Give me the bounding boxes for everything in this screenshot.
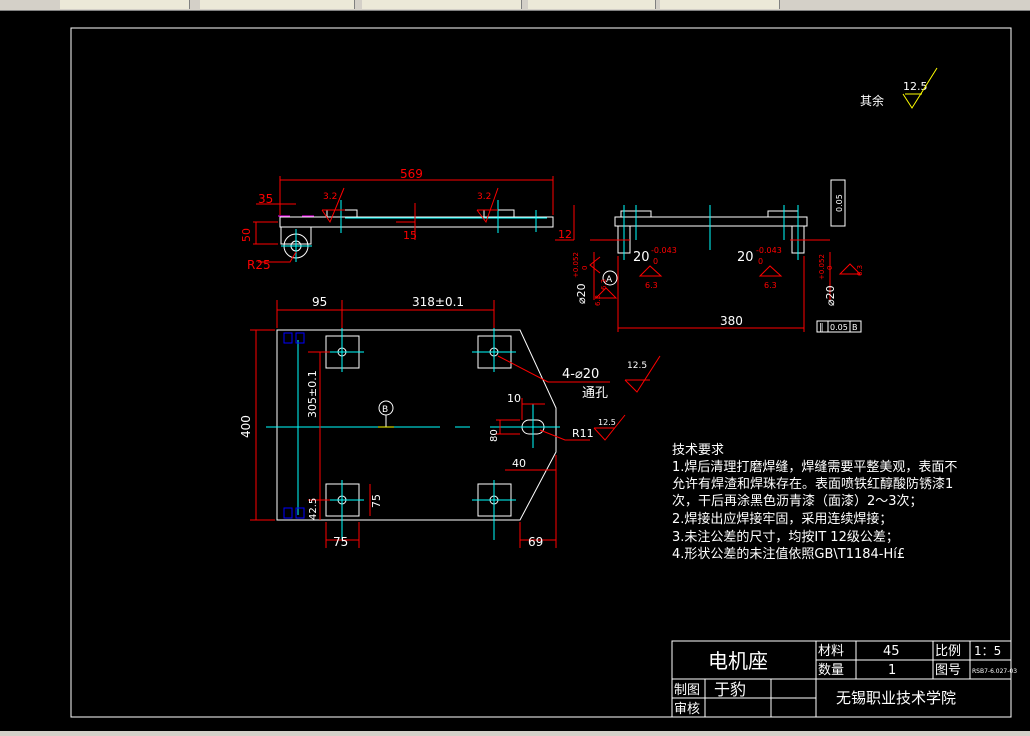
plan-weld-markers: [283, 332, 305, 519]
document-tab-4[interactable]: [528, 0, 656, 9]
tech-line-4: 2.焊接出应焊接牢固，采用连续焊接；: [672, 511, 892, 527]
tb-scale-value: 1：5: [974, 644, 1001, 658]
dim-hole-left-tol: -0.043: [651, 246, 677, 255]
rough-front-1: 3.2: [323, 192, 337, 202]
dim-shaft-right-tol0: 0: [826, 266, 834, 270]
dim-slot-r: R11: [572, 427, 594, 440]
dim-shaft-right-tol: +0.052: [818, 254, 826, 280]
dim-hole-left-tol0: 0: [653, 257, 658, 266]
tolerance-frame-symbol: ∥: [819, 323, 824, 333]
tb-qty-value: 1: [888, 663, 896, 678]
dim-hole-right-tol0: 0: [758, 257, 763, 266]
dim-slot-h: 80: [489, 429, 500, 442]
dim-hole-vspan: 305±0.1: [306, 370, 319, 418]
dim-hole-span: 318±0.1: [412, 295, 464, 309]
tb-part-name: 电机座: [708, 649, 768, 673]
plan-outline: [276, 329, 557, 521]
tb-material-value: 45: [883, 644, 900, 659]
dim-thickness: 12: [558, 228, 572, 241]
rough-side-a: 6.3: [645, 281, 658, 290]
tb-drawing-no-label: 图号: [935, 663, 961, 678]
tolerance-frame: ∥ 0.05 B: [816, 320, 862, 333]
dim-radius: R25: [247, 258, 271, 272]
tb-material-label: 材料: [818, 644, 844, 659]
dim-shaft-left-tol0: 0: [581, 266, 589, 270]
side-plate: [614, 216, 808, 227]
datum-b-label: B: [382, 405, 388, 415]
rough-slot: 12.5: [598, 418, 616, 427]
dim-gap: 15: [403, 229, 417, 242]
tech-line-1: 1.焊后清理打磨焊缝，焊缝需要平整美观，表面不: [672, 459, 957, 475]
dim-hole-right: 20: [737, 250, 754, 265]
dim-hole-left: 20: [633, 250, 650, 265]
tb-school: 无锡职业技术学院: [836, 689, 956, 707]
tech-line-2: 允许有焊渣和焊珠存在。表面喷铁红醇酸防锈漆1: [672, 476, 953, 492]
rough-side-d: 6.3: [594, 295, 602, 306]
document-tab-3[interactable]: [362, 0, 522, 9]
dim-height: 50: [240, 228, 253, 242]
drawing-border: [70, 27, 1012, 718]
tb-qty-label: 数量: [818, 663, 844, 678]
technical-requirements: 技术要求 1.焊后清理打磨焊缝，焊缝需要平整美观，表面不 允许有焊渣和焊珠存在。…: [672, 443, 957, 562]
holes-note-2: 通孔: [582, 386, 608, 401]
tolerance-frame-datum: B: [852, 323, 858, 332]
tb-drawn-label: 制图: [674, 683, 700, 698]
holes-note: 4-⌀20: [562, 367, 599, 382]
rough-side-b: 6.3: [764, 281, 777, 290]
plan-view: B 95 318±0.1 400 305±0.1 42.5 75 75 69 1…: [239, 295, 661, 549]
dim-shaft-left-tol: +0.052: [572, 252, 580, 278]
roughness-note-value: 12.5: [903, 80, 928, 93]
dim-slot-off: 40: [512, 457, 526, 470]
front-boss-1: [326, 209, 358, 218]
tb-drawing-no-value: RSB7-6.027-03: [972, 668, 1017, 675]
tech-line-3: 次，干后再涂黑色沥青漆（面漆）2～3次；: [672, 493, 923, 509]
tolerance-frame-value: 0.05: [830, 323, 848, 332]
front-dimensions: [253, 176, 575, 263]
tech-title: 技术要求: [672, 443, 724, 458]
dim-edge-offset: 95: [312, 295, 327, 309]
tech-line-5: 3.未注公差的尺寸，均按IT 12级公差；: [672, 529, 899, 545]
dim-small-c: 75: [333, 535, 348, 549]
dim-shaft-left: ⌀20: [575, 283, 588, 304]
dim-length: 569: [400, 167, 423, 181]
tb-drawn-value: 于豹: [714, 680, 746, 699]
rough-side-e: 6.3: [856, 265, 864, 276]
dim-small-a: 42.5: [308, 498, 319, 520]
rough-front-2: 3.2: [477, 192, 491, 202]
document-tab-5[interactable]: [660, 0, 780, 9]
cad-drawing-canvas[interactable]: 其余 12.5 569 35 50 R25 15 12 3.2 3.2 0.05…: [0, 10, 1030, 731]
document-tab-1[interactable]: [60, 0, 190, 9]
front-view: 569 35 50 R25 15 12 3.2 3.2: [240, 167, 575, 272]
tb-check-label: 审核: [674, 702, 700, 717]
rough-holes: 12.5: [627, 361, 647, 371]
tb-scale-label: 比例: [935, 644, 961, 659]
dim-left-offset: 35: [258, 192, 273, 206]
side-view: 0.05 A 20 -0.043 0 20 -0.043 0 380 ⌀20 +…: [572, 179, 864, 333]
dim-span: 380: [720, 314, 743, 328]
status-strip: [0, 731, 1030, 736]
rough-side-c: 6.3: [600, 279, 608, 290]
title-block: 电机座 材料 45 比例 1：5 数量 1 图号 RSB7-6.027-03 制…: [671, 640, 1017, 718]
dim-small-b: 75: [370, 494, 383, 508]
roughness-note-label: 其余: [860, 93, 884, 108]
side-boss-right: [767, 210, 799, 218]
document-tab-2[interactable]: [200, 0, 355, 9]
tech-line-6: 4.形状公差的未注值依照GB\T1184-Hí£: [672, 546, 905, 562]
dim-width: 400: [239, 415, 253, 438]
dim-shaft-right: ⌀20: [824, 285, 837, 306]
perp-frame-value: 0.05: [835, 194, 844, 212]
dim-slot-w: 10: [507, 392, 521, 405]
dim-chamfer-w: 69: [528, 535, 543, 549]
dim-hole-right-tol: -0.043: [756, 246, 782, 255]
